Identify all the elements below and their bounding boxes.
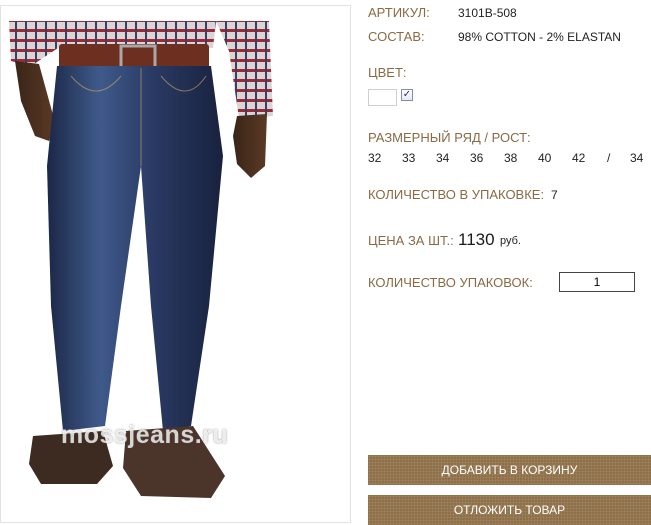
size-item: 36 xyxy=(470,151,484,165)
price-currency: руб. xyxy=(500,235,521,247)
product-photo: mossjeans.ru xyxy=(0,5,351,523)
size-item: 42 xyxy=(572,151,586,165)
price-label: ЦЕНА ЗА ШТ.: xyxy=(368,233,454,248)
color-checkbox[interactable]: ✓ xyxy=(401,89,413,101)
composition-label: СОСТАВ: xyxy=(368,29,425,44)
article-label: АРТИКУЛ: xyxy=(368,5,430,20)
color-swatch[interactable] xyxy=(368,89,397,106)
add-to-cart-button[interactable]: ДОБАВИТЬ В КОРЗИНУ xyxy=(368,455,651,485)
composition-value: 98% COTTON - 2% ELASTAN xyxy=(458,30,621,44)
defer-item-button[interactable]: ОТЛОЖИТЬ ТОВАР xyxy=(368,495,651,525)
color-label: ЦВЕТ: xyxy=(368,65,407,80)
size-separator: / xyxy=(607,151,611,165)
pack-quantity-label: КОЛИЧЕСТВО В УПАКОВКЕ: xyxy=(368,187,545,202)
height-item: 34 xyxy=(630,151,644,165)
packs-quantity-input[interactable] xyxy=(559,272,635,292)
price-value: 1130 xyxy=(458,230,495,249)
article-value: 3101B-508 xyxy=(458,6,517,20)
size-item: 32 xyxy=(368,151,382,165)
watermark: mossjeans.ru xyxy=(61,421,229,449)
size-item: 34 xyxy=(436,151,450,165)
size-list: 32 33 34 36 38 40 42 / 34 xyxy=(368,151,646,165)
size-range-label: РАЗМЕРНЫЙ РЯД / РОСТ: xyxy=(368,130,531,145)
size-item: 38 xyxy=(504,151,518,165)
pack-quantity-value: 7 xyxy=(551,188,558,202)
size-item: 40 xyxy=(538,151,552,165)
size-item: 33 xyxy=(402,151,416,165)
packs-quantity-label: КОЛИЧЕСТВО УПАКОВОК: xyxy=(368,275,533,290)
